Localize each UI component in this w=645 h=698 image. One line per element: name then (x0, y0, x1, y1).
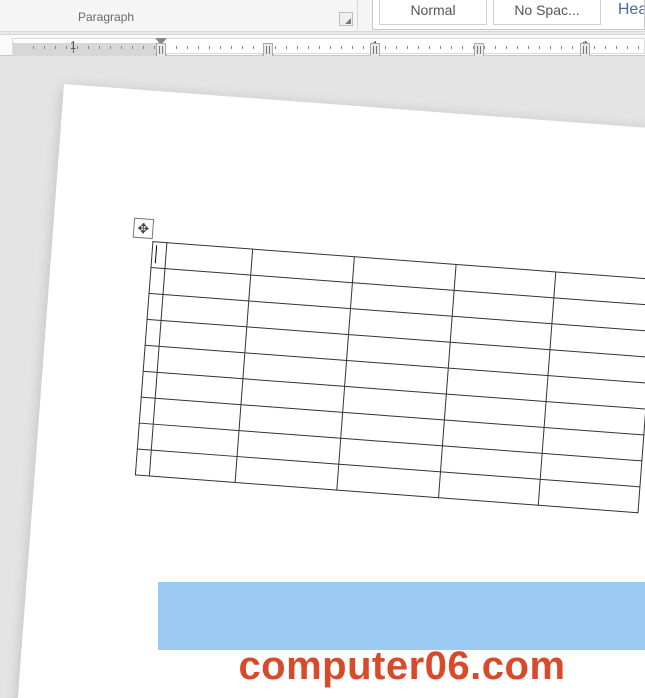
ruler-tick (110, 46, 111, 49)
ruler-tick (462, 46, 463, 49)
ruler-tick (407, 46, 408, 49)
ruler-tick (341, 46, 342, 49)
ruler-tick (231, 46, 232, 49)
ruler-tick (418, 46, 419, 49)
ruler-tick (396, 46, 397, 49)
ruler-tick (275, 46, 276, 49)
column-marker[interactable] (580, 43, 590, 57)
ruler-tick (539, 46, 540, 49)
ruler-left-margin (13, 43, 161, 57)
ruler-tick (33, 46, 34, 49)
ruler-tick (143, 46, 144, 49)
ruler-tick (286, 46, 287, 49)
column-marker[interactable] (156, 43, 166, 57)
ruler-tick (44, 46, 45, 49)
style-nospacing[interactable]: No Spac... (493, 0, 601, 25)
ruler-tick (594, 46, 595, 49)
ruler-tick (616, 46, 617, 49)
watermark-band (158, 582, 645, 650)
ruler-tick (495, 46, 496, 49)
styles-gallery[interactable]: Normal No Spac... Head (372, 0, 645, 30)
paragraph-group: Paragraph (70, 0, 358, 30)
ruler-tick (132, 46, 133, 49)
ribbon: Paragraph Normal No Spac... Head (0, 0, 645, 32)
ruler-track: 1 1 2 (12, 38, 645, 54)
ruler-tick (209, 46, 210, 49)
ruler-tick (627, 46, 628, 49)
ruler-tick (88, 46, 89, 49)
ruler-tick (308, 46, 309, 49)
horizontal-ruler[interactable]: 1 1 2 (0, 34, 645, 56)
ruler-tick (638, 46, 639, 49)
ruler-tick (121, 46, 122, 49)
ruler-tick (528, 46, 529, 49)
ruler-tick (550, 46, 551, 49)
ruler-tick (242, 46, 243, 49)
column-marker[interactable] (474, 43, 484, 57)
ruler-tick (561, 46, 562, 49)
ruler-tick (451, 46, 452, 49)
ruler-tick (77, 46, 78, 49)
ruler-tick (352, 46, 353, 49)
ruler-tick (517, 46, 518, 49)
ruler-tick (385, 46, 386, 49)
column-marker[interactable] (370, 43, 380, 57)
ruler-label-0: 1 (70, 40, 76, 52)
ruler-tick (572, 46, 573, 49)
move-icon: ✥ (137, 221, 150, 236)
ruler-tick (484, 46, 485, 49)
ruler-tick (605, 46, 606, 49)
ruler-tick (99, 46, 100, 49)
paragraph-group-label: Paragraph (78, 10, 134, 24)
watermark-text: computer06.com (158, 644, 645, 689)
column-marker[interactable] (263, 43, 273, 57)
ruler-tick (55, 46, 56, 49)
ruler-tick (506, 46, 507, 49)
ruler-tick (429, 46, 430, 49)
ruler-tick (440, 46, 441, 49)
ruler-tick (253, 46, 254, 49)
ruler-tick (297, 46, 298, 49)
ruler-tick (363, 46, 364, 49)
table-move-handle[interactable]: ✥ (133, 218, 154, 239)
ruler-tick (187, 46, 188, 49)
ruler-tick (176, 46, 177, 49)
ruler-tick (198, 46, 199, 49)
ruler-tick (66, 46, 67, 49)
style-heading1[interactable]: Head (607, 0, 645, 25)
paragraph-dialog-launcher[interactable] (339, 12, 353, 26)
style-normal[interactable]: Normal (379, 0, 487, 25)
ruler-tick (319, 46, 320, 49)
document-table[interactable] (135, 241, 645, 513)
ruler-tick (330, 46, 331, 49)
ruler-tick (220, 46, 221, 49)
